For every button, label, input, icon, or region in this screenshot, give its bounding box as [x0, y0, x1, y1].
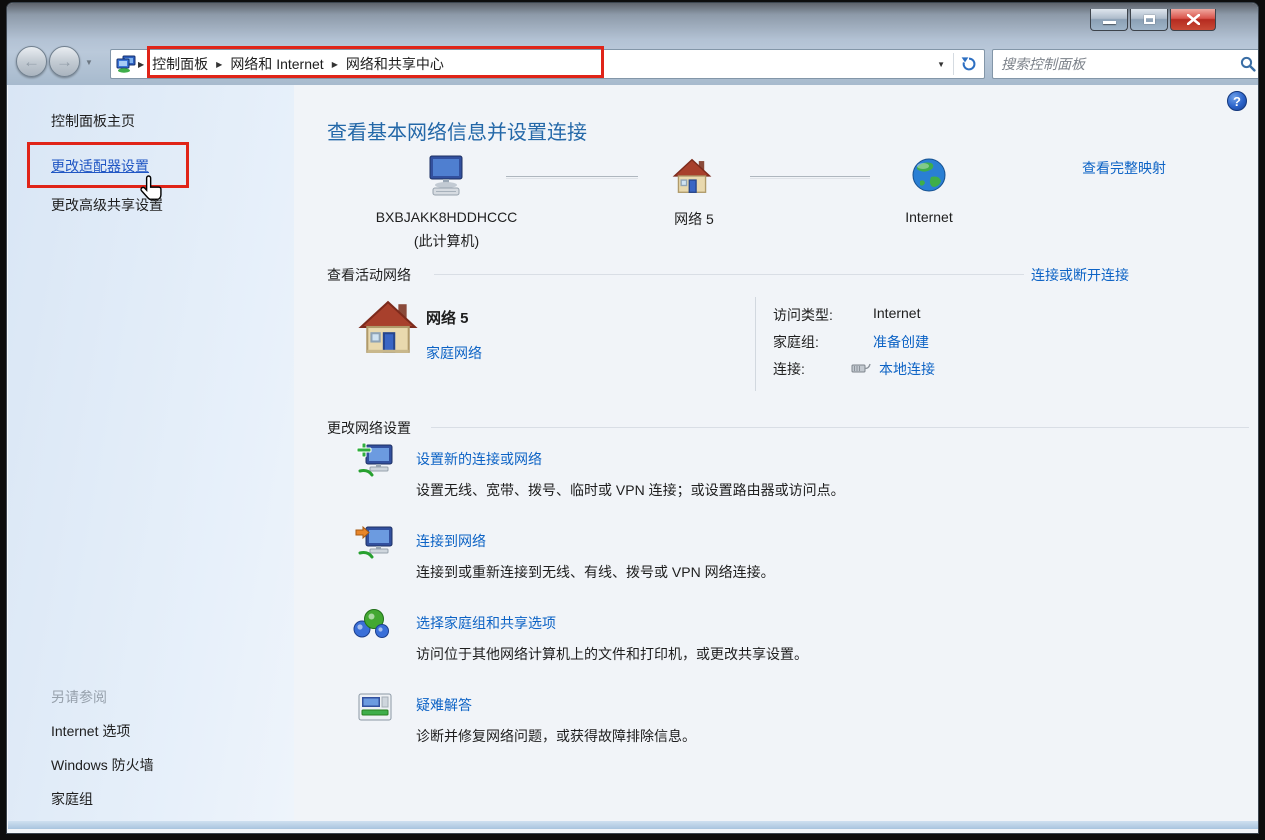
window-bottom-border	[8, 821, 1259, 829]
breadcrumb-arrow-icon: ▶	[136, 60, 146, 69]
search-box	[992, 49, 1259, 79]
home-network-category-link[interactable]: 家庭网络	[426, 343, 482, 363]
active-network-divider	[755, 297, 756, 391]
view-full-map-link[interactable]: 查看完整映射	[1082, 158, 1166, 178]
sidebar-item-windows-firewall[interactable]: Windows 防火墙	[51, 755, 154, 775]
troubleshoot-link[interactable]: 疑难解答	[416, 695, 472, 715]
troubleshoot-icon[interactable]	[358, 693, 392, 723]
sidebar-item-control-panel-home[interactable]: 控制面板主页	[51, 111, 135, 131]
map-network-label: 网络 5	[649, 209, 739, 229]
sidebar-item-homegroup[interactable]: 家庭组	[51, 789, 93, 809]
section-divider	[431, 427, 1249, 428]
search-icon[interactable]	[1240, 56, 1256, 72]
homegroup-label: 家庭组:	[773, 332, 819, 352]
section-divider	[434, 274, 1024, 275]
connect-to-network-desc: 连接到或重新连接到无线、有线、拨号或 VPN 网络连接。	[416, 562, 775, 582]
sidebar-item-advanced-sharing[interactable]: 更改高级共享设置	[51, 195, 163, 215]
help-icon[interactable]: ?	[1227, 91, 1247, 111]
window-controls	[1088, 9, 1216, 31]
sidebar-item-internet-options[interactable]: Internet 选项	[51, 721, 130, 741]
homegroup-ready-link[interactable]: 准备创建	[873, 332, 929, 352]
refresh-button[interactable]	[954, 56, 984, 72]
sidebar-item-change-adapter-settings[interactable]: 更改适配器设置	[51, 156, 149, 176]
connections-label: 连接:	[773, 359, 805, 379]
access-type-label: 访问类型:	[773, 305, 833, 325]
network-center-icon	[116, 55, 136, 73]
map-internet-label: Internet	[884, 209, 974, 225]
refresh-icon	[961, 56, 977, 72]
access-type-value: Internet	[873, 305, 920, 321]
maximize-button[interactable]	[1130, 9, 1168, 31]
nav-history-caret-icon[interactable]: ▼	[85, 58, 93, 67]
back-button[interactable]: ←	[16, 46, 47, 77]
map-connector	[506, 176, 638, 179]
close-icon	[1187, 14, 1200, 25]
close-button[interactable]	[1170, 9, 1216, 31]
homegroup-options-icon[interactable]	[352, 607, 390, 641]
troubleshoot-desc: 诊断并修复网络问题，或获得故障排除信息。	[416, 726, 696, 746]
page-title: 查看基本网络信息并设置连接	[327, 116, 587, 145]
computer-map-icon[interactable]	[423, 155, 469, 199]
connect-to-network-link[interactable]: 连接到网络	[416, 531, 486, 551]
setup-new-connection-desc: 设置无线、宽带、拨号、临时或 VPN 连接；或设置路由器或访问点。	[416, 480, 845, 500]
forward-button[interactable]: →	[49, 46, 80, 77]
internet-globe-icon[interactable]	[911, 157, 947, 193]
ethernet-icon	[851, 362, 871, 375]
connect-to-network-icon[interactable]	[354, 523, 396, 563]
main-pane: ? 查看基本网络信息并设置连接	[294, 85, 1259, 829]
network-map-icon[interactable]	[672, 157, 712, 195]
maximize-icon	[1144, 15, 1155, 24]
sidebar: 控制面板主页 更改适配器设置 更改高级共享设置 另请参阅 Internet 选项…	[8, 85, 294, 829]
map-connector	[750, 176, 870, 179]
active-networks-header: 查看活动网络	[327, 265, 411, 285]
homegroup-sharing-options-desc: 访问位于其他网络计算机上的文件和打印机，或更改共享设置。	[416, 644, 808, 664]
active-network-name: 网络 5	[426, 307, 469, 328]
minimize-icon	[1103, 21, 1116, 24]
explorer-window: ← → ▼ ▶ 控制面板 ▶ 网络和 Internet ▶ 网络和共享中心 ▼	[6, 2, 1259, 834]
search-input[interactable]	[993, 56, 1240, 72]
new-connection-icon[interactable]	[354, 441, 396, 481]
local-connection-link[interactable]: 本地连接	[879, 359, 935, 379]
connect-disconnect-link[interactable]: 连接或断开连接	[1031, 265, 1129, 285]
address-dropdown-icon[interactable]: ▼	[929, 60, 953, 69]
setup-new-connection-link[interactable]: 设置新的连接或网络	[416, 449, 542, 469]
computer-name-label: BXBJAKK8HDDHCCC	[369, 209, 524, 225]
computer-sublabel: (此计算机)	[369, 231, 524, 251]
breadcrumb-highlight-annotation	[147, 46, 604, 78]
homegroup-sharing-options-link[interactable]: 选择家庭组和共享选项	[416, 613, 556, 633]
change-settings-header: 更改网络设置	[327, 418, 411, 438]
minimize-button[interactable]	[1090, 9, 1128, 31]
see-also-header: 另请参阅	[51, 687, 107, 707]
home-network-icon[interactable]	[357, 298, 419, 356]
